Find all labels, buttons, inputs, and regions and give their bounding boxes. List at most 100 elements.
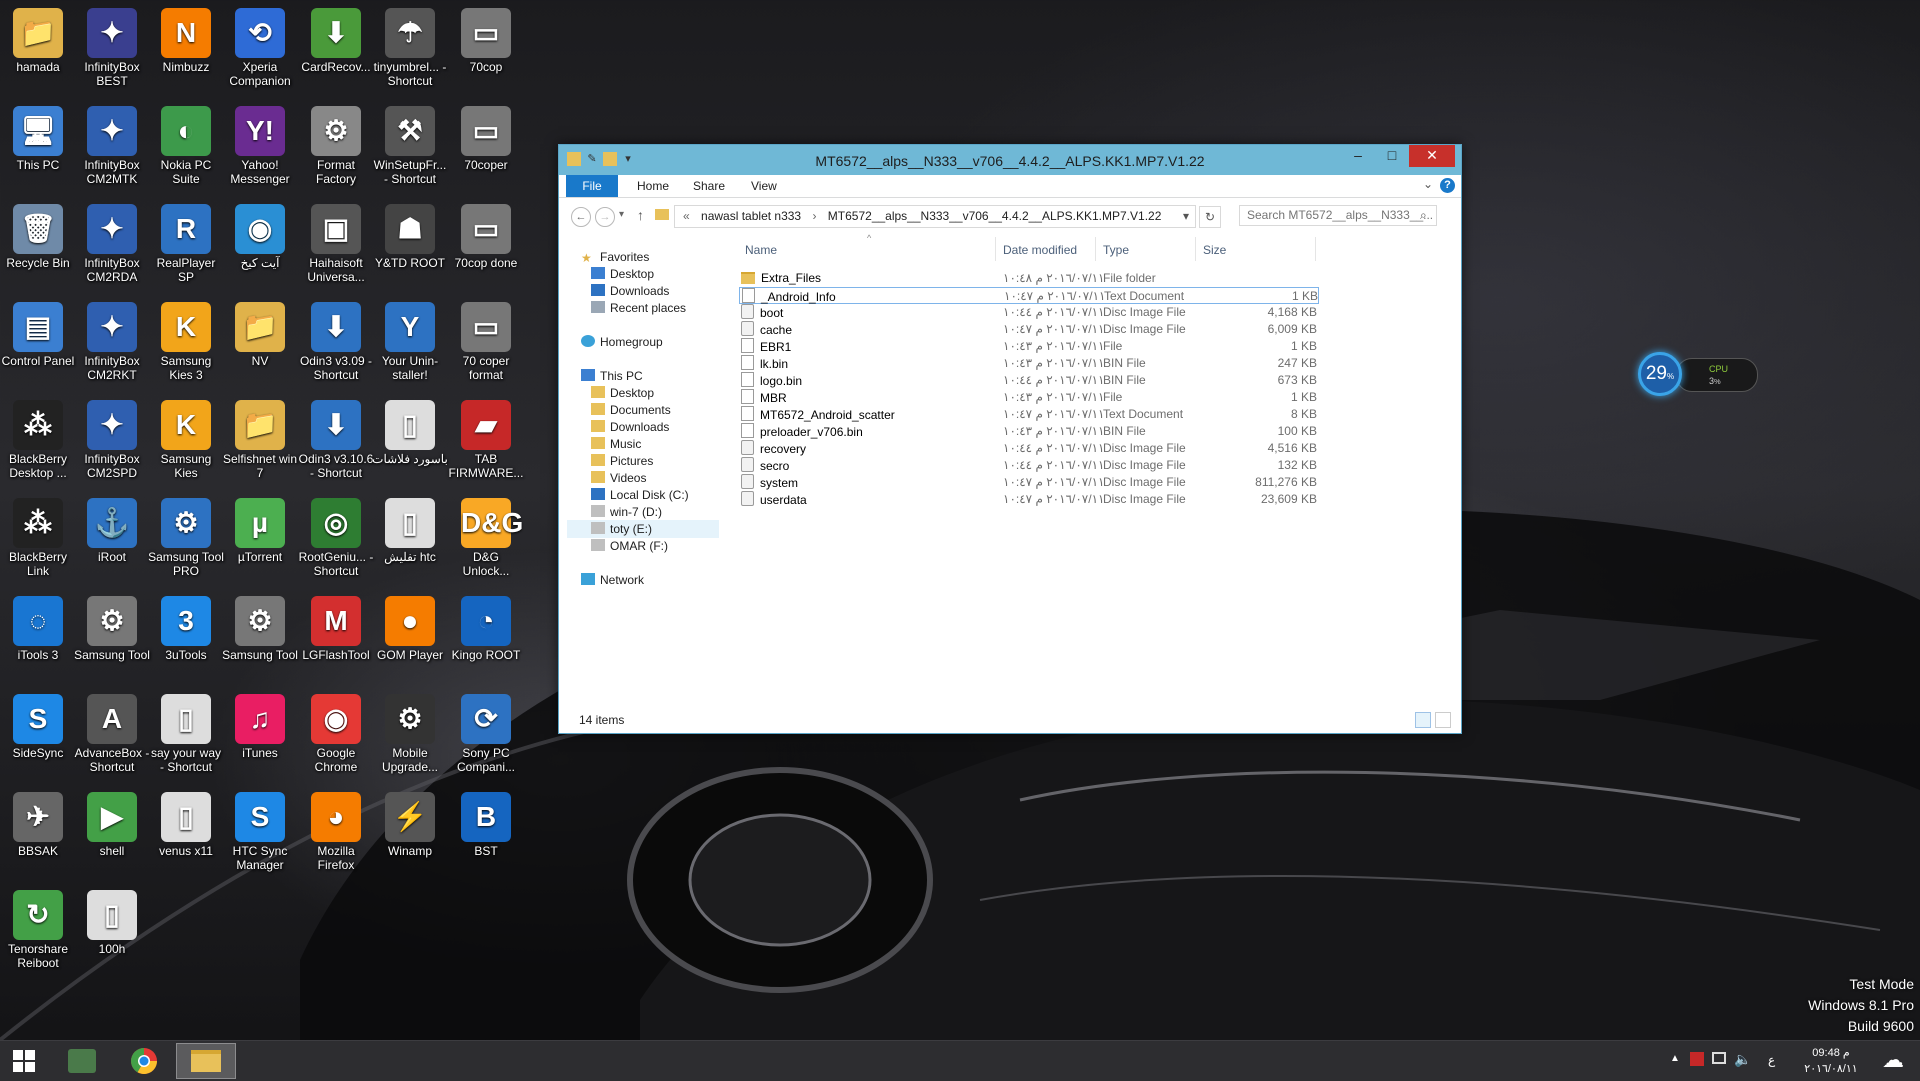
desktop-icon[interactable]: 📁 Selfishnet win 7: [222, 396, 298, 492]
desktop-icon[interactable]: ◉ Google Chrome: [298, 690, 374, 786]
desktop-icon[interactable]: R RealPlayer SP: [148, 200, 224, 296]
file-row[interactable]: boot ٢٠١٦/٠٧/١١ م ١٠:٤٤ Disc Image File 4,1…: [739, 304, 1319, 321]
desktop-icon[interactable]: ▤ Control Panel: [0, 298, 76, 394]
network-icon[interactable]: [1712, 1052, 1726, 1064]
taskbar-app-tool[interactable]: [52, 1043, 112, 1079]
nav-local-disk-c[interactable]: Local Disk (C:): [591, 487, 689, 504]
breadcrumb-segment[interactable]: nawasl tablet n333: [701, 209, 801, 223]
column-separator[interactable]: [1195, 237, 1196, 261]
nav-this-pc[interactable]: This PC: [581, 368, 643, 385]
desktop-icon[interactable]: ♫ iTunes: [222, 690, 298, 786]
desktop-icon[interactable]: A AdvanceBox - Shortcut: [74, 690, 150, 786]
taskbar-file-explorer[interactable]: [176, 1043, 236, 1079]
file-row[interactable]: preloader_v706.bin ٢٠١٦/٠٧/١١ م ١٠:٤٣ BIN …: [739, 423, 1319, 440]
desktop-icon[interactable]: 🗑 Recycle Bin: [0, 200, 76, 296]
column-header-type[interactable]: Type: [1103, 243, 1129, 257]
desktop-icon[interactable]: ⬇ CardRecov...: [298, 4, 374, 100]
desktop-icon[interactable]: ⚙ Format Factory: [298, 102, 374, 198]
desktop-icon[interactable]: ▯ 100h: [74, 886, 150, 982]
input-language[interactable]: ع: [1768, 1053, 1775, 1067]
desktop-icon[interactable]: Y Your Unin-staller!: [372, 298, 448, 394]
address-overflow[interactable]: «: [683, 209, 690, 223]
desktop-icon[interactable]: ◕ Mozilla Firefox: [298, 788, 374, 884]
nav-pc-desktop[interactable]: Desktop: [591, 385, 654, 402]
desktop-icon[interactable]: ⚒ WinSetupFr... - Shortcut: [372, 102, 448, 198]
desktop-icon[interactable]: ▶ shell: [74, 788, 150, 884]
desktop-icon[interactable]: K Samsung Kies: [148, 396, 224, 492]
cpu-meter-gadget[interactable]: CPU 3% 29%: [1638, 352, 1760, 398]
desktop-icon[interactable]: ⚙ Samsung Tool: [74, 592, 150, 688]
up-arrow-icon[interactable]: ↑: [637, 207, 644, 223]
file-row[interactable]: EBR1 ٢٠١٦/٠٧/١١ م ١٠:٤٣ File 1 KB: [739, 338, 1319, 355]
desktop-icon[interactable]: ▣ Haihaisoft Universa...: [298, 200, 374, 296]
desktop-icon[interactable]: ⁂ BlackBerry Desktop ...: [0, 396, 76, 492]
desktop-icon[interactable]: ⟲ Xperia Companion: [222, 4, 298, 100]
file-row[interactable]: system ٢٠١٦/٠٧/١١ م ١٠:٤٧ Disc Image File 8…: [739, 474, 1319, 491]
desktop-icon[interactable]: ☗ Y&TD ROOT: [372, 200, 448, 296]
breadcrumb-segment[interactable]: MT6572__alps__N333__v706__4.4.2__ALPS.KK…: [828, 209, 1162, 223]
file-row[interactable]: _Android_Info ٢٠١٦/٠٧/١١ م ١٠:٤٧ Text Docu…: [739, 287, 1319, 304]
desktop-icon[interactable]: ☂ tinyumbrel... - Shortcut: [372, 4, 448, 100]
nav-fav-downloads[interactable]: Downloads: [591, 283, 669, 300]
desktop-icon[interactable]: D&G D&G Unlock...: [448, 494, 524, 590]
search-icon[interactable]: ⌕: [1420, 208, 1427, 223]
desktop-icon[interactable]: ▭ 70 coper format: [448, 298, 524, 394]
file-row[interactable]: cache ٢٠١٦/٠٧/١١ م ١٠:٤٧ Disc Image File 6,…: [739, 321, 1319, 338]
desktop-icon[interactable]: K Samsung Kies 3: [148, 298, 224, 394]
file-row[interactable]: userdata ٢٠١٦/٠٧/١١ م ١٠:٤٧ Disc Image Fil…: [739, 491, 1319, 508]
desktop-icon[interactable]: ◎ RootGeniu... - Shortcut: [298, 494, 374, 590]
desktop-icon[interactable]: ▭ 70cop done: [448, 200, 524, 296]
help-icon[interactable]: ?: [1440, 178, 1455, 193]
back-button[interactable]: ←: [571, 207, 591, 227]
close-button[interactable]: ✕: [1409, 145, 1455, 167]
nav-network[interactable]: Network: [581, 572, 644, 589]
desktop-icon[interactable]: ⬇ Odin3 v3.09 - Shortcut: [298, 298, 374, 394]
tab-view[interactable]: View: [751, 179, 777, 193]
column-header-date[interactable]: Date modified: [1003, 243, 1077, 257]
title-bar[interactable]: ✎ ▾ MT6572__alps__N333__v706__4.4.2__ALP…: [559, 145, 1461, 175]
file-row[interactable]: MBR ٢٠١٦/٠٧/١١ م ١٠:٤٣ File 1 KB: [739, 389, 1319, 406]
large-icons-view-button[interactable]: [1435, 712, 1451, 728]
desktop-icon[interactable]: 3 3uTools: [148, 592, 224, 688]
desktop-icon[interactable]: ✦ InfinityBox CM2RDA: [74, 200, 150, 296]
file-row[interactable]: Extra_Files ٢٠١٦/٠٧/١١ م ١٠:٤٨ File folder: [739, 270, 1319, 287]
desktop-icon[interactable]: ⬇ Odin3 v3.10.6 - Shortcut: [298, 396, 374, 492]
nav-homegroup[interactable]: Homegroup: [581, 334, 663, 351]
desktop-icon[interactable]: ▯ say your way - Shortcut: [148, 690, 224, 786]
desktop-icon[interactable]: ⚓ iRoot: [74, 494, 150, 590]
desktop-icon[interactable]: ⟳ Sony PC Compani...: [448, 690, 524, 786]
nav-favorites[interactable]: ★ Favorites: [581, 249, 649, 266]
nav-drive-e[interactable]: toty (E:): [591, 521, 652, 538]
file-row[interactable]: MT6572_Android_scatter ٢٠١٦/٠٧/١١ م ١٠:٤٧…: [739, 406, 1319, 423]
desktop-icon[interactable]: ✦ InfinityBox CM2RKT: [74, 298, 150, 394]
desktop-icon[interactable]: ↻ Tenorshare Reiboot: [0, 886, 76, 982]
desktop-icon[interactable]: 📁 NV: [222, 298, 298, 394]
minimize-button[interactable]: –: [1341, 145, 1375, 167]
desktop-icon[interactable]: ⁂ BlackBerry Link: [0, 494, 76, 590]
desktop-icon[interactable]: ▭ 70coper: [448, 102, 524, 198]
taskbar-chrome[interactable]: [114, 1043, 174, 1079]
desktop-icon[interactable]: N Nimbuzz: [148, 4, 224, 100]
desktop-icon[interactable]: ✦ InfinityBox BEST: [74, 4, 150, 100]
action-center-flag-icon[interactable]: [1690, 1052, 1704, 1066]
volume-icon[interactable]: 🔈: [1734, 1051, 1751, 1068]
desktop-icon[interactable]: 🖥 This PC: [0, 102, 76, 198]
desktop-icon[interactable]: ▯ باسورد فلاشات: [372, 396, 448, 492]
clock-date[interactable]: ٢٠١٦/٠٨/١١: [1796, 1062, 1866, 1075]
file-row[interactable]: secro ٢٠١٦/٠٧/١١ م ١٠:٤٤ Disc Image File 13…: [739, 457, 1319, 474]
tab-home[interactable]: Home: [637, 179, 669, 193]
nav-pc-pictures[interactable]: Pictures: [591, 453, 653, 470]
clock-time[interactable]: 09:48 م: [1796, 1046, 1866, 1059]
tab-share[interactable]: Share: [693, 179, 725, 193]
nav-pc-videos[interactable]: Videos: [591, 470, 646, 487]
start-button[interactable]: [0, 1043, 48, 1079]
recent-locations-icon[interactable]: ▾: [619, 209, 624, 220]
nav-drive-f[interactable]: OMAR (F:): [591, 538, 668, 555]
nav-drive-d[interactable]: win-7 (D:): [591, 504, 662, 521]
tab-file[interactable]: File: [566, 175, 618, 197]
desktop-icon[interactable]: ⚙ Samsung Tool: [222, 592, 298, 688]
chevron-down-icon[interactable]: ▾: [1183, 206, 1189, 227]
nav-fav-recent[interactable]: Recent places: [591, 300, 686, 317]
desktop-icon[interactable]: Y! Yahoo! Messenger: [222, 102, 298, 198]
file-row[interactable]: recovery ٢٠١٦/٠٧/١١ م ١٠:٤٤ Disc Image Fil…: [739, 440, 1319, 457]
